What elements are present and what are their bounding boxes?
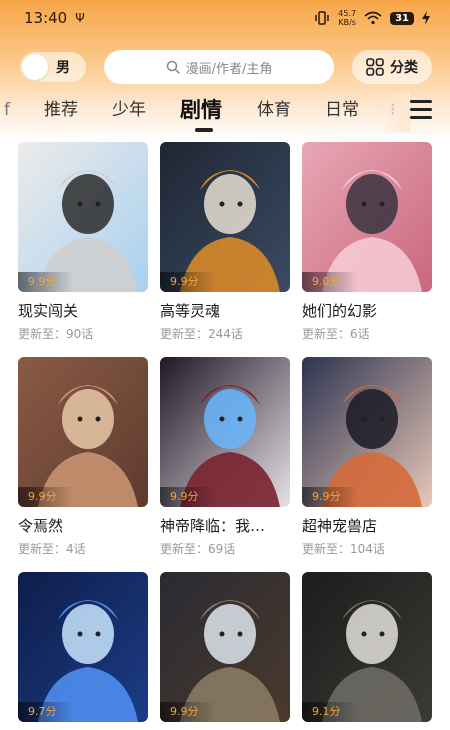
comic-cover-image[interactable]: 9.9分 [160,357,290,507]
tab-daily[interactable]: 日常 [325,92,359,132]
comic-title[interactable]: 超神宠兽店 [302,515,432,536]
comic-card[interactable]: 9.7分 [18,572,148,722]
header-row: 男 漫画/作者/主角 分类 [0,48,450,86]
comic-cover-art [302,357,432,507]
comic-cover-art [18,142,148,292]
comic-card[interactable]: 9.1分 [302,572,432,722]
comic-cover-art [18,572,148,722]
rating-badge: 9.9分 [18,487,74,507]
comic-card[interactable]: 9.9分神帝降临：我… 更新至：69话 [160,357,290,557]
tabs-fade-overlay [380,92,410,132]
wifi-icon [364,11,382,25]
network-speed-value: 45.7 [338,9,357,18]
tab-shonen[interactable]: 少年 [112,92,146,132]
comic-title[interactable]: 她们的幻影 [302,300,432,321]
comic-cover-image[interactable]: 9.9分 [302,357,432,507]
comic-update-status: 更新至：104话 [302,542,385,556]
rating-badge: 9.1分 [302,702,358,722]
search-input[interactable]: 漫画/作者/主角 [104,50,334,84]
network-speed-unit: KB/s [338,18,356,27]
comic-cover-art [302,572,432,722]
rating-badge: 9.9分 [160,272,216,292]
battery-indicator: 31 [390,11,414,25]
comic-cover-art [160,572,290,722]
comic-update-status: 更新至：69话 [160,542,236,556]
comic-card[interactable]: 9.9分现实闯关更新至：90话 [18,142,148,342]
tab-recommend[interactable]: 推荐 [44,92,78,132]
vibrate-icon [315,11,330,25]
gender-toggle[interactable]: 男 [20,52,86,82]
comic-title[interactable]: 高等灵魂 [160,300,290,321]
category-grid-icon [366,58,384,76]
comic-cover-image[interactable]: 9.9分 [160,572,290,722]
comic-cover-image[interactable]: 9.0分 [302,142,432,292]
category-button[interactable]: 分类 [352,50,432,84]
tab-drama[interactable]: 剧情 [180,92,222,132]
comic-cover-image[interactable]: 9.9分 [18,142,148,292]
tab-sports[interactable]: 体育 [257,92,291,132]
comic-update-status: 更新至：6话 [302,327,370,341]
status-left: 13:40 Ψ [24,9,85,27]
comic-update-status: 更新至：90话 [18,327,94,341]
comic-update-status: 更新至：244话 [160,327,243,341]
usb-icon: Ψ [75,11,85,25]
gender-label: 男 [56,60,70,76]
comic-cover-art [302,142,432,292]
comic-card[interactable]: 9.9分 [160,572,290,722]
search-placeholder: 漫画/作者/主角 [185,61,273,77]
status-right: 45.7 KB/s 31 [314,9,430,27]
rating-badge: 9.9分 [302,487,358,507]
comic-card[interactable]: 9.0分她们的幻影更新至：6话 [302,142,432,342]
gender-toggle-knob[interactable] [22,54,48,80]
comic-title[interactable]: 现实闯关 [18,300,148,321]
rating-badge: 9.0分 [302,272,358,292]
comic-cover-art [18,357,148,507]
active-tab-indicator [195,128,213,132]
comic-card[interactable]: 9.9分令焉然更新至：4话 [18,357,148,557]
comic-title[interactable]: 神帝降临：我… [160,515,290,536]
comic-update-status: 更新至：4话 [18,542,86,556]
comic-cover-image[interactable]: 9.9分 [160,142,290,292]
rating-badge: 9.7分 [18,702,74,722]
comic-card[interactable]: 9.9分超神宠兽店更新至：104话 [302,357,432,557]
comic-cover-art [160,142,290,292]
comic-card[interactable]: 9.9分高等灵魂更新至：244话 [160,142,290,342]
category-label: 分类 [390,60,418,76]
search-icon [166,60,180,74]
comic-cover-image[interactable]: 9.9分 [18,357,148,507]
comic-cover-art [160,357,290,507]
tab-partial-left[interactable]: f [4,92,10,132]
comic-cover-image[interactable]: 9.7分 [18,572,148,722]
comic-title[interactable]: 令焉然 [18,515,148,536]
rating-badge: 9.9分 [18,272,74,292]
rating-badge: 9.9分 [160,702,216,722]
rating-badge: 9.9分 [160,487,216,507]
status-bar: 13:40 Ψ 45.7 KB/s 31 [0,0,450,36]
status-time: 13:40 [24,9,68,27]
menu-icon[interactable] [410,100,432,122]
comic-cover-image[interactable]: 9.1分 [302,572,432,722]
charging-icon [422,11,430,25]
network-speed: 45.7 KB/s [338,9,356,27]
